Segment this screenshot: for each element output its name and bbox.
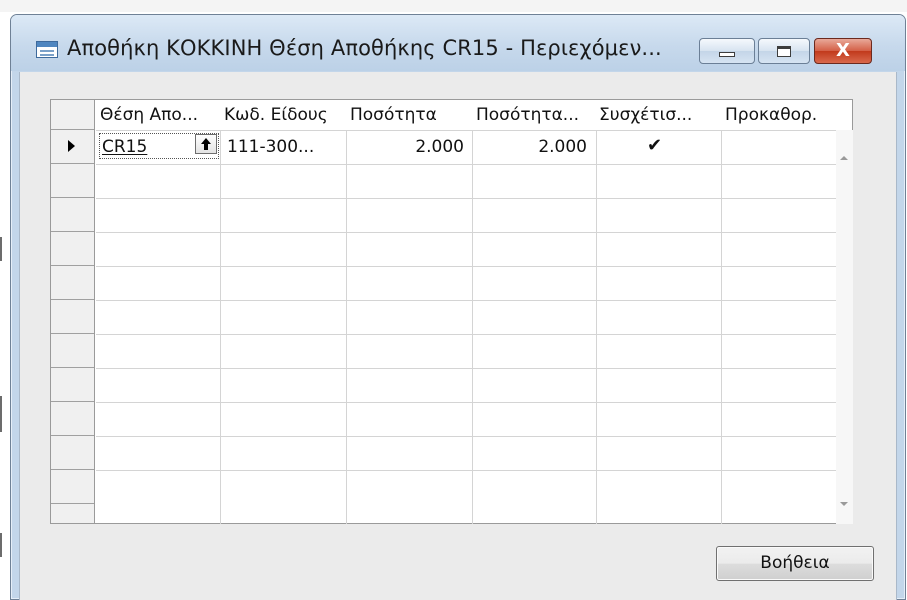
row-selector[interactable] (51, 470, 94, 504)
current-row-arrow-icon (68, 140, 75, 152)
column-header-default[interactable]: Προκαθορ. (723, 100, 835, 130)
column-divider (596, 130, 597, 524)
row-divider (96, 368, 836, 369)
row-selector[interactable] (51, 334, 94, 368)
table-window-icon (36, 41, 58, 58)
row-divider (96, 164, 836, 165)
bin-contents-table: Θέση Απο... Κωδ. Είδους Ποσότητα Ποσότητ… (50, 99, 853, 524)
row-selector[interactable] (51, 266, 94, 300)
item-no-cell[interactable]: 111-300... (227, 132, 314, 162)
row-selector[interactable] (51, 436, 94, 470)
row-selector[interactable] (51, 164, 94, 198)
close-button[interactable]: X (814, 38, 872, 64)
row-divider (96, 436, 836, 437)
lookup-button[interactable] (195, 134, 217, 154)
column-divider (346, 130, 347, 524)
column-divider (220, 130, 221, 524)
window-titlebar[interactable]: Αποθήκη ΚΟΚΚΙΝΗ Θέση Αποθήκης CR15 - Περ… (11, 15, 905, 71)
bin-contents-window: Αποθήκη ΚΟΚΚΙΝΗ Θέση Αποθήκης CR15 - Περ… (10, 14, 906, 600)
scroll-down-icon[interactable] (840, 502, 848, 506)
column-header-bin-code[interactable]: Θέση Απο... (98, 100, 220, 130)
row-divider (96, 334, 836, 335)
vertical-scrollbar[interactable] (836, 130, 853, 524)
row-divider (96, 402, 836, 403)
row-selector[interactable] (51, 130, 94, 164)
desktop-edge-mark (0, 396, 2, 432)
row-divider (96, 300, 836, 301)
row-selector-column (51, 100, 95, 523)
desktop-background (0, 0, 907, 12)
row-selector[interactable] (51, 300, 94, 334)
row-selector[interactable] (51, 368, 94, 402)
row-selector[interactable] (51, 402, 94, 436)
row-divider (96, 470, 836, 471)
row-divider (96, 130, 836, 131)
maximize-button[interactable] (758, 38, 810, 64)
quantity-base-cell[interactable]: 2.000 (474, 132, 587, 162)
help-button[interactable]: Βοήθεια (716, 546, 874, 581)
row-divider (96, 198, 836, 199)
column-header-item-no[interactable]: Κωδ. Είδους (222, 100, 346, 130)
row-selector[interactable] (51, 198, 94, 232)
close-icon: X (836, 40, 850, 61)
bin-code-cell[interactable]: CR15 (102, 132, 147, 162)
quantity-cell[interactable]: 2.000 (348, 132, 464, 162)
column-header-quantity[interactable]: Ποσότητα (348, 100, 472, 130)
minimize-icon (719, 51, 735, 57)
column-divider (721, 130, 722, 524)
column-header-fixed[interactable]: Συσχέτισ... (597, 100, 721, 130)
column-header-quantity-base[interactable]: Ποσότητα... (474, 100, 598, 130)
scroll-up-icon[interactable] (840, 156, 848, 160)
desktop-edge-mark (0, 237, 2, 261)
desktop-edge-mark (0, 533, 2, 557)
minimize-button[interactable] (699, 38, 755, 64)
window-client-area: Θέση Απο... Κωδ. Είδους Ποσότητα Ποσότητ… (19, 72, 897, 600)
row-selector[interactable] (51, 232, 94, 266)
up-arrow-icon (201, 138, 211, 150)
row-divider (96, 266, 836, 267)
corner-header (51, 100, 94, 130)
column-divider (472, 130, 473, 524)
window-title: Αποθήκη ΚΟΚΚΙΝΗ Θέση Αποθήκης CR15 - Περ… (67, 36, 662, 60)
fixed-checkmark-icon[interactable]: ✔ (647, 131, 669, 161)
maximize-icon (777, 45, 791, 57)
default-cell[interactable] (725, 132, 833, 162)
row-divider (96, 232, 836, 233)
